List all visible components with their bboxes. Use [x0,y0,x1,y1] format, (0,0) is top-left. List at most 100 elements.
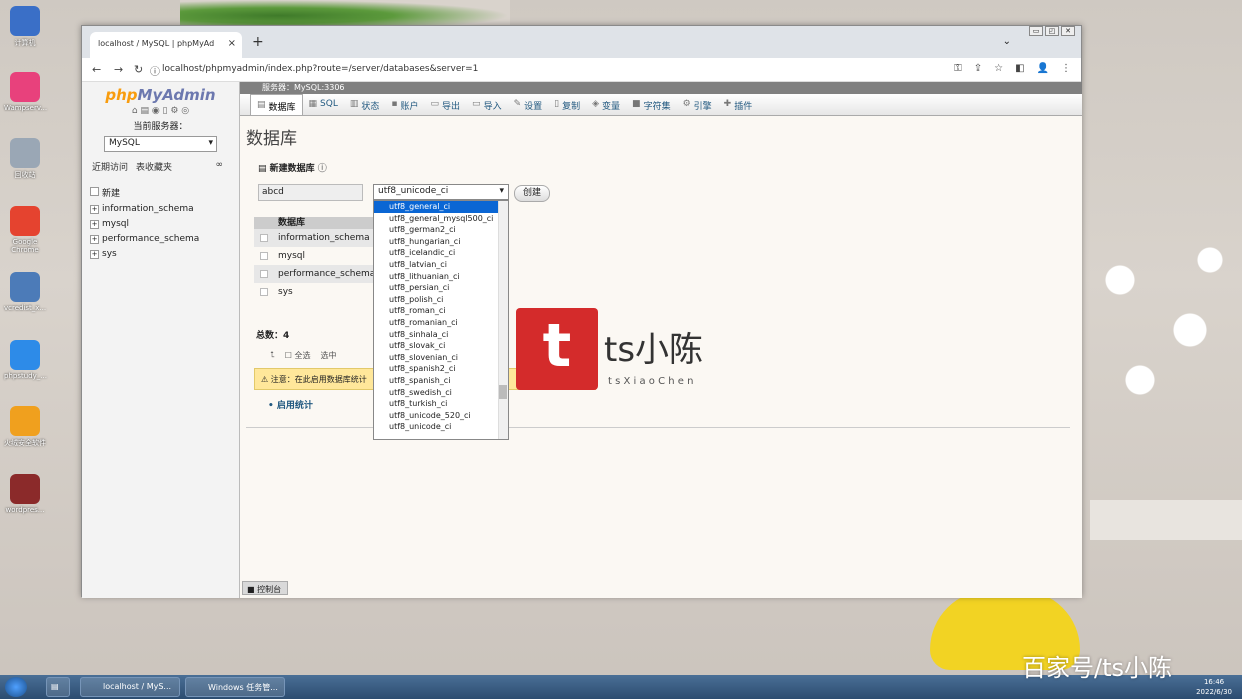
expand-icon[interactable]: + [90,205,99,214]
explorer-taskbar-icon[interactable]: ▤ [46,677,70,697]
tree-item[interactable]: + performance_schema [90,232,239,247]
expand-icon[interactable]: + [90,250,99,259]
dropdown-scrollbar[interactable] [498,201,508,439]
menu-tab[interactable]: ▯ 复制 [548,94,586,115]
menu-tab[interactable]: ▭ 导出 [425,94,467,115]
dropdown-option[interactable]: utf8_hungarian_ci [374,236,508,248]
menu-tab[interactable]: ✎ 设置 [508,94,549,115]
row-checkbox[interactable] [260,234,268,242]
desktop-icon[interactable]: vcredist_x... [4,272,46,312]
dropdown-option[interactable]: utf8_unicode_ci [374,421,508,433]
database-name[interactable]: sys [278,287,293,297]
dropdown-option[interactable]: utf8_persian_ci [374,282,508,294]
row-checkbox[interactable] [260,252,268,260]
database-name-input[interactable]: abcd [258,184,363,201]
row-checkbox[interactable] [260,270,268,278]
create-button[interactable]: 创建 [514,185,550,202]
desktop-icon[interactable]: 回收站 [4,138,46,180]
dropdown-option[interactable]: utf8_icelandic_ci [374,247,508,259]
forward-icon[interactable]: → [114,63,123,76]
maximize-button[interactable]: ◰ [1045,26,1059,36]
expand-icon[interactable]: + [90,220,99,229]
dropdown-option[interactable]: utf8_spanish_ci [374,375,508,387]
table-row[interactable]: information_schema [254,229,374,247]
enable-stats-link[interactable]: • 启用统计 [268,398,313,411]
dropdown-option[interactable]: utf8_unicode_520_ci [374,410,508,422]
menu-tab[interactable]: ✚ 插件 [718,94,759,115]
desktop-icon[interactable]: wordpres... [4,474,46,514]
menu-tab[interactable]: ▪ 账户 [385,94,424,115]
table-header[interactable]: 数据库 [254,217,374,229]
dropdown-option[interactable]: utf8_german2_ci [374,224,508,236]
menu-tab[interactable]: ▤ 数据库 [250,94,303,115]
info-icon[interactable]: ⓘ [150,63,160,78]
table-row[interactable]: sys [254,283,374,301]
sidepanel-icon[interactable]: ◧ [1015,63,1024,74]
dropdown-option[interactable]: utf8_sinhala_ci [374,329,508,341]
tab-recent[interactable]: 近期访问 [92,160,128,173]
dropdown-option[interactable]: utf8_general_ci [374,201,508,213]
start-button[interactable] [5,677,27,697]
desktop-icon[interactable]: Wampserv... [4,72,47,112]
menu-tab[interactable]: ▦ SQL [303,94,344,115]
tree-item[interactable]: + mysql [90,217,239,232]
taskbar-chrome[interactable]: localhost / MyS... [80,677,180,697]
scroll-thumb[interactable] [499,385,507,399]
new-tab-button[interactable]: + [252,34,264,50]
server-breadcrumb[interactable]: 服务器：MySQL:3306 [240,82,1082,94]
dropdown-option[interactable]: utf8_slovak_ci [374,340,508,352]
chevron-down-icon[interactable]: ⌄ [1003,36,1011,47]
desktop-icon[interactable]: phpstudy_... [4,340,47,380]
star-icon[interactable]: ☆ [994,63,1003,74]
phpmyadmin-logo[interactable]: phpMyAdmin [82,86,239,104]
dropdown-option[interactable]: utf8_roman_ci [374,305,508,317]
tree-item[interactable]: + sys [90,247,239,262]
key-icon[interactable]: ⚿ [954,63,962,74]
menu-tab[interactable]: ◈ 变量 [586,94,626,115]
database-name[interactable]: information_schema [278,233,370,243]
reload-icon[interactable]: ↻ [134,63,143,76]
dropdown-option[interactable]: utf8_turkish_ci [374,398,508,410]
menu-tab[interactable]: ▥ 状态 [344,94,386,115]
expand-icon[interactable] [90,187,99,196]
check-all[interactable]: ☐ 全选 [285,350,311,361]
more-icon[interactable]: ⋮ [1061,63,1071,74]
tree-item[interactable]: 新建 [90,187,239,202]
tab-favorites[interactable]: 表收藏夹 [136,160,172,173]
close-icon[interactable]: × [228,38,236,49]
url-input[interactable]: localhost/phpmyadmin/index.php?route=/se… [162,64,478,74]
profile-icon[interactable]: 👤 [1037,63,1049,74]
menu-tab[interactable]: ■ 字符集 [626,94,677,115]
desktop-icon[interactable]: 火绒安全软件 [4,406,46,448]
console-button[interactable]: ■ 控制台 [242,581,288,595]
database-name[interactable]: performance_schema [278,269,375,279]
share-icon[interactable]: ⇪ [974,63,982,74]
dropdown-option[interactable]: utf8_spanish2_ci [374,363,508,375]
dropdown-option[interactable]: utf8_latvian_ci [374,259,508,271]
link-icon[interactable]: ∞ [216,160,224,173]
back-icon[interactable]: ← [92,63,101,76]
dropdown-option[interactable]: utf8_polish_ci [374,294,508,306]
server-select[interactable]: MySQL [104,136,217,152]
quick-icons[interactable]: ⌂ ▤ ◉ ▯ ⚙ ◎ [82,106,239,116]
dropdown-option[interactable]: utf8_swedish_ci [374,387,508,399]
dropdown-option[interactable]: utf8_romanian_ci [374,317,508,329]
database-name[interactable]: mysql [278,251,305,261]
table-row[interactable]: mysql [254,247,374,265]
browser-tab[interactable]: localhost / MySQL | phpMyAd × [90,32,242,58]
dropdown-option[interactable]: utf8_slovenian_ci [374,352,508,364]
expand-icon[interactable]: + [90,235,99,244]
collation-select[interactable]: utf8_unicode_ci [373,184,509,200]
taskbar-task-manager[interactable]: Windows 任务管... [185,677,285,697]
table-row[interactable]: performance_schema [254,265,375,283]
dropdown-option[interactable]: utf8_general_mysql500_ci [374,213,508,225]
minimize-button[interactable]: ▭ [1029,26,1043,36]
tree-item[interactable]: + information_schema [90,202,239,217]
menu-tab[interactable]: ⚙ 引擎 [677,94,718,115]
menu-tab[interactable]: ▭ 导入 [466,94,508,115]
dropdown-option[interactable]: utf8_lithuanian_ci [374,271,508,283]
desktop-icon[interactable]: 计算机 [4,6,46,48]
row-checkbox[interactable] [260,288,268,296]
collation-dropdown[interactable]: utf8_general_ci utf8_general_mysql500_ci u… [373,200,509,440]
close-window-button[interactable]: ✕ [1061,26,1075,36]
